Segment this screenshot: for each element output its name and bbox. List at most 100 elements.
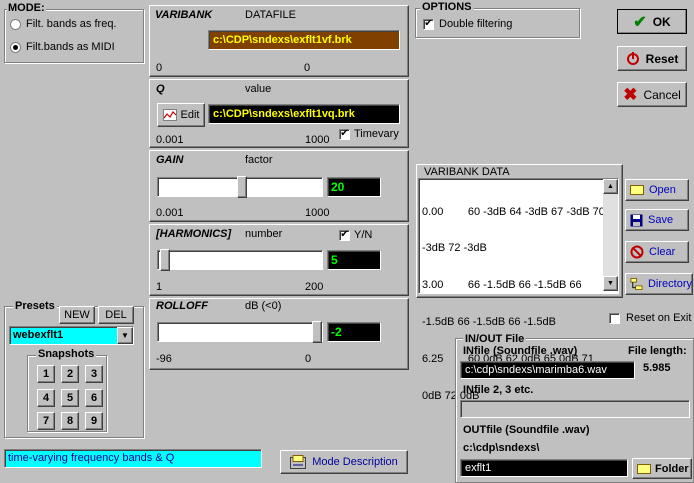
rolloff-value-field[interactable]: -2 bbox=[327, 322, 381, 342]
clear-icon bbox=[630, 245, 644, 259]
rolloff-slider[interactable] bbox=[157, 321, 323, 343]
rolloff-max: 0 bbox=[305, 353, 312, 365]
directory-tree-icon bbox=[630, 277, 643, 291]
mode-description-field[interactable]: time-varying frequency bands & Q bbox=[4, 449, 262, 468]
outfile-name-field[interactable]: exflt1 bbox=[460, 459, 628, 477]
save-label: Save bbox=[648, 214, 674, 226]
q-max: 1000 bbox=[305, 134, 330, 146]
harmonics-slider-thumb[interactable] bbox=[160, 249, 170, 271]
varibank-sublabel: DATAFILE bbox=[245, 9, 296, 21]
snapshot-4-button[interactable]: 4 bbox=[37, 389, 55, 407]
preset-del-button[interactable]: DEL bbox=[98, 306, 134, 324]
reset-label: Reset bbox=[645, 51, 679, 66]
reset-icon bbox=[626, 51, 639, 65]
mode-description-label: Mode Description bbox=[312, 456, 398, 468]
gain-sublabel: factor bbox=[245, 154, 273, 166]
snapshot-5-button[interactable]: 5 bbox=[61, 389, 79, 407]
q-sublabel: value bbox=[245, 83, 272, 95]
gain-max: 1000 bbox=[305, 207, 330, 219]
mode-option-midi-label: Filt.bands as MIDI bbox=[26, 41, 115, 53]
harmonics-label: [HARMONICS] bbox=[156, 228, 232, 240]
ok-button[interactable]: ✔ OK bbox=[617, 9, 687, 34]
rolloff-label: ROLLOFF bbox=[156, 300, 208, 312]
description-icon bbox=[290, 455, 307, 469]
preset-select[interactable]: webexflt1 ▼ bbox=[9, 326, 134, 345]
infile2-field[interactable] bbox=[460, 400, 690, 418]
file-length-label: File length: bbox=[628, 345, 687, 357]
file-length-value: 5.985 bbox=[643, 362, 671, 374]
double-filtering-check[interactable]: ✔ bbox=[423, 18, 434, 30]
cancel-button[interactable]: ✖ Cancel bbox=[617, 82, 687, 107]
harmonics-value-field[interactable]: 5 bbox=[327, 250, 381, 270]
data-line: -3dB 72 -3dB bbox=[422, 242, 487, 255]
cancel-x-icon: ✖ bbox=[623, 84, 638, 104]
harmonics-slider[interactable] bbox=[157, 249, 323, 271]
open-button[interactable]: Open bbox=[625, 179, 689, 201]
folder-open-icon bbox=[630, 185, 644, 195]
reset-on-exit-label: Reset on Exit bbox=[626, 312, 692, 324]
clear-button[interactable]: Clear bbox=[625, 241, 689, 263]
harmonics-yn-check[interactable]: ✔ bbox=[339, 229, 350, 241]
varibank-data-title: VARIBANK DATA bbox=[424, 166, 510, 178]
q-datafile-field[interactable]: c:\CDP\sndexs\exflt1vq.brk bbox=[208, 104, 400, 124]
infile-label: INfile (Soundfile .wav) bbox=[463, 345, 578, 357]
graph-edit-icon bbox=[162, 109, 177, 121]
save-button[interactable]: Save bbox=[625, 209, 689, 231]
data-line: 0.00 60 -3dB 64 -3dB 67 -3dB 70 bbox=[422, 205, 605, 218]
snapshot-3-button[interactable]: 3 bbox=[85, 365, 103, 383]
mode-radio-freq[interactable] bbox=[10, 18, 21, 30]
harmonics-max: 200 bbox=[305, 281, 324, 293]
gain-value-field[interactable]: 20 bbox=[327, 177, 381, 197]
presets-title: Presets bbox=[13, 300, 57, 312]
preset-dropdown-arrow[interactable]: ▼ bbox=[117, 327, 133, 344]
clear-label: Clear bbox=[649, 246, 676, 258]
q-timevary-label: Timevary bbox=[354, 128, 399, 140]
mode-option-midi[interactable]: Filt.bands as MIDI bbox=[10, 41, 115, 53]
harmonics-min: 1 bbox=[156, 281, 163, 293]
snapshot-1-button[interactable]: 1 bbox=[37, 365, 55, 383]
mode-radio-midi[interactable] bbox=[10, 41, 21, 53]
q-edit-button[interactable]: Edit bbox=[157, 103, 205, 127]
snapshot-6-button[interactable]: 6 bbox=[85, 389, 103, 407]
options-title: OPTIONS bbox=[420, 1, 474, 13]
q-timevary-checkbox[interactable]: ✔ Timevary bbox=[339, 128, 399, 140]
gain-slider[interactable] bbox=[157, 176, 323, 198]
reset-button[interactable]: Reset bbox=[617, 46, 687, 71]
q-timevary-check[interactable]: ✔ bbox=[339, 128, 350, 140]
varibank-datafile-field[interactable]: c:\CDP\sndexs\exflt1vf.brk bbox=[208, 30, 400, 50]
floppy-disk-icon bbox=[630, 214, 643, 226]
ok-label: OK bbox=[652, 14, 671, 29]
folder-label: Folder bbox=[655, 462, 689, 475]
infile-field[interactable]: c:\cdp\sndexs\marimba6.wav bbox=[460, 361, 635, 379]
varibank-data-scrollbar[interactable]: ▲ ▼ bbox=[603, 179, 618, 291]
directory-button[interactable]: Directory bbox=[625, 273, 693, 295]
scroll-down-button[interactable]: ▼ bbox=[603, 276, 618, 291]
snapshot-2-button[interactable]: 2 bbox=[61, 365, 79, 383]
outfile-dir: c:\cdp\sndexs\ bbox=[463, 442, 540, 454]
reset-on-exit-check[interactable] bbox=[609, 312, 620, 324]
q-label: Q bbox=[156, 83, 165, 95]
reset-on-exit-checkbox[interactable]: Reset on Exit bbox=[609, 312, 691, 324]
mode-description-button[interactable]: Mode Description bbox=[280, 450, 408, 474]
varibank-data-textarea[interactable]: 0.00 60 -3dB 64 -3dB 67 -3dB 70 -3dB 72 … bbox=[418, 178, 619, 402]
preset-new-button[interactable]: NEW bbox=[59, 306, 95, 324]
mode-option-freq-label: Filt. bands as freq. bbox=[26, 18, 117, 30]
snapshot-7-button[interactable]: 7 bbox=[37, 412, 55, 430]
folder-button[interactable]: Folder bbox=[632, 458, 692, 479]
infile2-label: INfile 2, 3 etc. bbox=[463, 384, 534, 396]
scroll-up-button[interactable]: ▲ bbox=[603, 179, 618, 194]
directory-label: Directory bbox=[647, 278, 692, 290]
data-line: -1.5dB 66 -1.5dB 66 -1.5dB bbox=[422, 316, 556, 329]
rolloff-slider-thumb[interactable] bbox=[312, 321, 322, 343]
double-filtering-checkbox[interactable]: ✔ Double filtering bbox=[423, 18, 512, 30]
inout-title: IN/OUT File bbox=[463, 333, 527, 345]
harmonics-sublabel: number bbox=[245, 228, 283, 240]
data-line: 3.00 66 -1.5dB 66 -1.5dB 66 bbox=[422, 279, 582, 292]
folder-icon bbox=[637, 463, 651, 474]
snapshot-9-button[interactable]: 9 bbox=[85, 412, 103, 430]
snapshot-8-button[interactable]: 8 bbox=[61, 412, 79, 430]
gain-slider-thumb[interactable] bbox=[237, 176, 247, 198]
mode-option-freq[interactable]: Filt. bands as freq. bbox=[10, 18, 117, 30]
cancel-label: Cancel bbox=[643, 87, 681, 102]
harmonics-yn-checkbox[interactable]: ✔ Y/N bbox=[339, 229, 372, 241]
